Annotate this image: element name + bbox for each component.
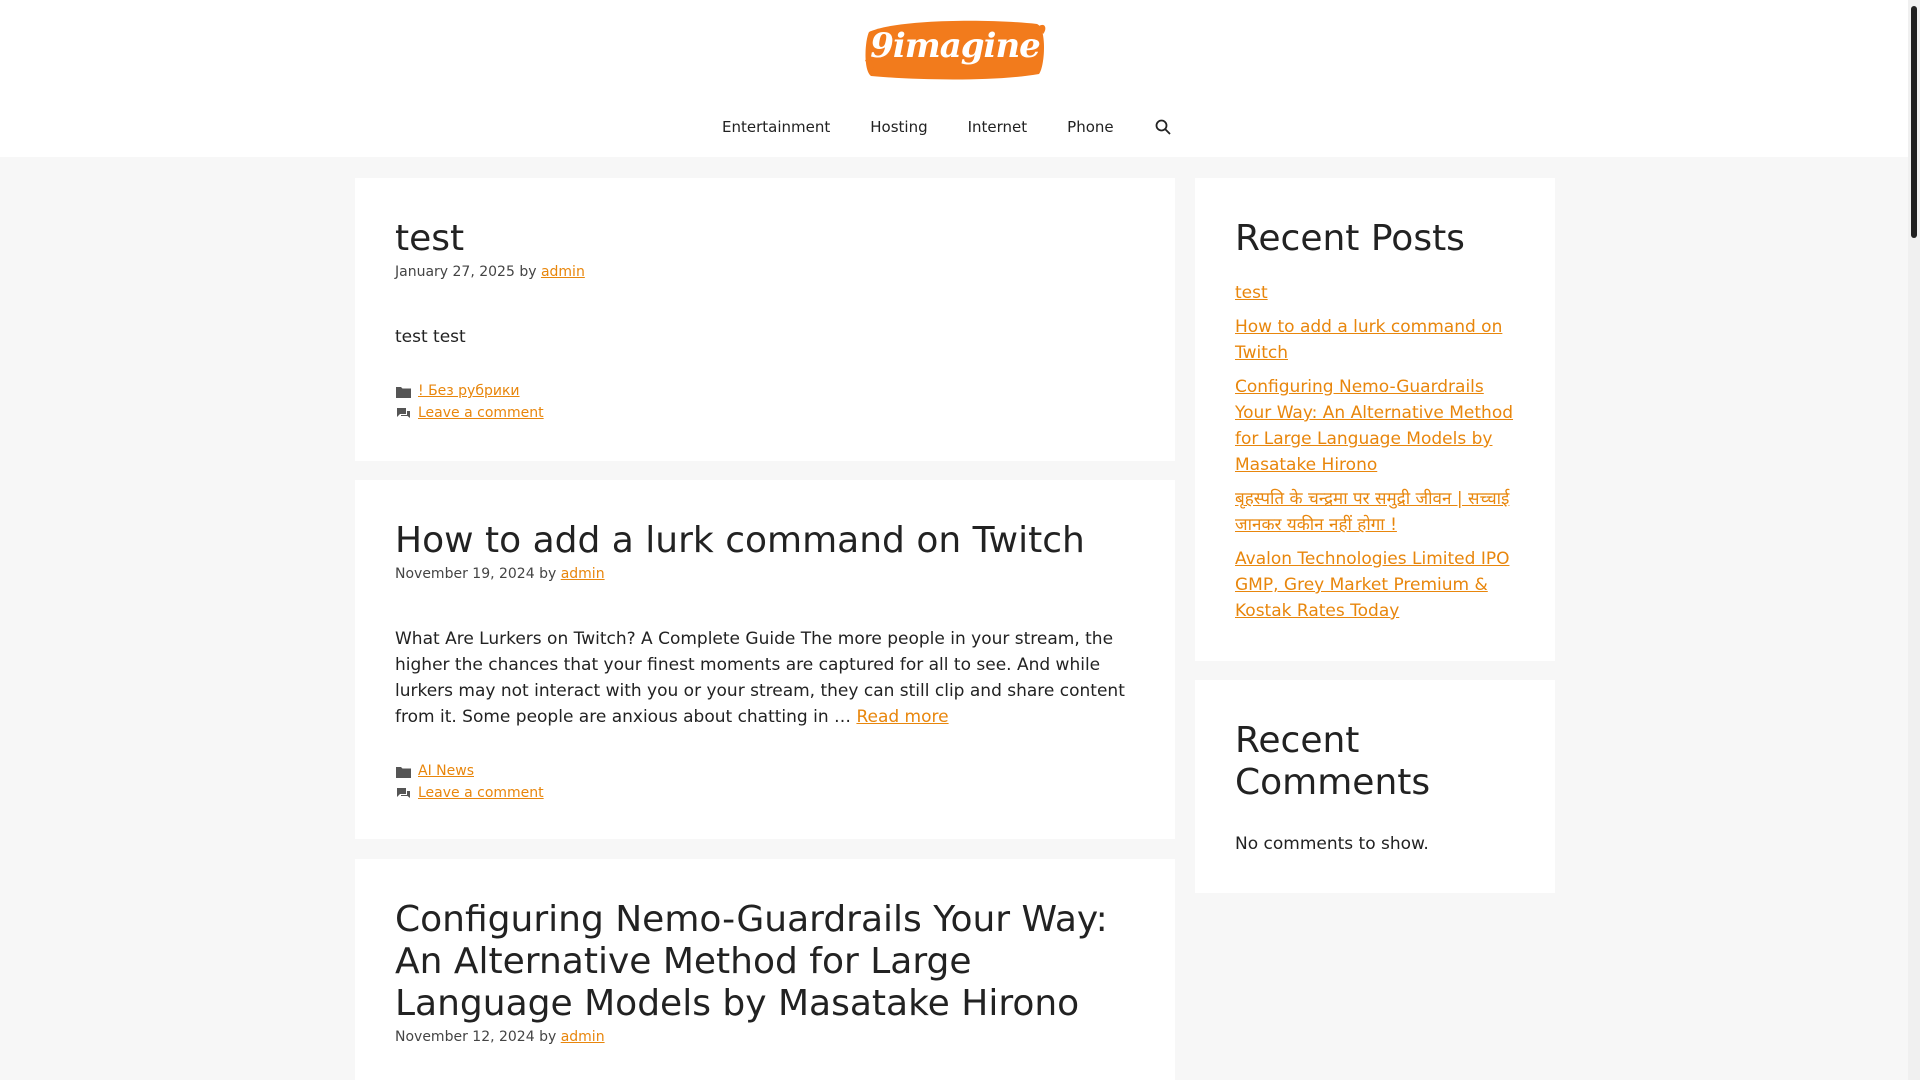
- recent-post-link[interactable]: Configuring Nemo-Guardrails Your Way: An…: [1235, 377, 1513, 475]
- category-link[interactable]: ! Без рубрики: [418, 383, 520, 399]
- widget-title: Recent Posts: [1235, 218, 1465, 259]
- post-by: by: [519, 264, 537, 280]
- list-item: बृहस्पति के चन्द्रमा पर समुद्री जीवन | स…: [1235, 486, 1515, 538]
- post-footer: AI News Leave a comment: [395, 760, 1135, 804]
- post-title[interactable]: test: [395, 218, 1135, 260]
- leave-comment-link[interactable]: Leave a comment: [418, 405, 544, 421]
- post-comments: Leave a comment: [395, 782, 1135, 804]
- post-by: by: [539, 1029, 557, 1045]
- post-card: Configuring Nemo-Guardrails Your Way: An…: [355, 859, 1175, 1080]
- post-excerpt-text: What Are Lurkers on Twitch? A Complete G…: [395, 629, 1125, 727]
- post-title[interactable]: Configuring Nemo-Guardrails Your Way: An…: [395, 899, 1135, 1025]
- post-comments: Leave a comment: [395, 402, 1135, 424]
- post-card: test January 27, 2025 by admin test test…: [355, 178, 1175, 461]
- site-logo[interactable]: 9imagine: [863, 16, 1047, 82]
- comment-icon: [395, 405, 411, 421]
- recent-post-link[interactable]: बृहस्पति के चन्द्रमा पर समुद्री जीवन | स…: [1235, 489, 1509, 535]
- post-meta: November 19, 2024 by admin: [395, 566, 1135, 582]
- post-date: January 27, 2025: [395, 264, 515, 280]
- list-item: test: [1235, 280, 1515, 306]
- recent-post-link[interactable]: Avalon Technologies Limited IPO GMP, Gre…: [1235, 549, 1509, 621]
- post-meta: January 27, 2025 by admin: [395, 264, 1135, 280]
- scrollbar-thumb[interactable]: [1911, 6, 1917, 238]
- main-nav: Entertainment Hosting Internet Phone: [722, 112, 1172, 142]
- post-title[interactable]: How to add a lurk command on Twitch: [395, 520, 1135, 562]
- list-item: How to add a lurk command on Twitch: [1235, 314, 1515, 366]
- recent-comments-widget: Recent Comments No comments to show.: [1195, 680, 1555, 893]
- comment-icon: [395, 785, 411, 801]
- leave-comment-link[interactable]: Leave a comment: [418, 785, 544, 801]
- nav-item-hosting[interactable]: Hosting: [870, 118, 927, 136]
- folder-icon: [395, 383, 411, 399]
- post-date: November 19, 2024: [395, 566, 535, 582]
- no-comments-text: No comments to show.: [1235, 834, 1429, 854]
- nav-item-internet[interactable]: Internet: [968, 118, 1028, 136]
- category-link[interactable]: AI News: [418, 763, 474, 779]
- search-icon[interactable]: [1154, 118, 1172, 136]
- recent-post-link[interactable]: How to add a lurk command on Twitch: [1235, 317, 1502, 363]
- list-item: Avalon Technologies Limited IPO GMP, Gre…: [1235, 546, 1515, 624]
- post-footer: ! Без рубрики Leave a comment: [395, 380, 1135, 424]
- post-author-link[interactable]: admin: [561, 566, 605, 582]
- recent-posts-list: test How to add a lurk command on Twitch…: [1235, 280, 1515, 624]
- logo-text: 9imagine: [870, 26, 1041, 66]
- nav-item-entertainment[interactable]: Entertainment: [722, 118, 830, 136]
- site-header: 9imagine Entertainment Hosting Internet …: [0, 0, 1908, 157]
- post-date: November 12, 2024: [395, 1029, 535, 1045]
- post-by: by: [539, 566, 557, 582]
- post-categories: AI News: [395, 760, 1135, 782]
- recent-post-link[interactable]: test: [1235, 283, 1268, 303]
- post-card: How to add a lurk command on Twitch Nove…: [355, 480, 1175, 839]
- scrollbar[interactable]: [1908, 0, 1920, 1080]
- post-excerpt: test test: [395, 327, 466, 347]
- post-author-link[interactable]: admin: [561, 1029, 605, 1045]
- folder-icon: [395, 763, 411, 779]
- nav-item-phone[interactable]: Phone: [1067, 118, 1113, 136]
- post-meta: November 12, 2024 by admin: [395, 1029, 1135, 1045]
- list-item: Configuring Nemo-Guardrails Your Way: An…: [1235, 374, 1515, 478]
- recent-posts-widget: Recent Posts test How to add a lurk comm…: [1195, 178, 1555, 661]
- post-categories: ! Без рубрики: [395, 380, 1135, 402]
- post-author-link[interactable]: admin: [541, 264, 585, 280]
- post-excerpt: What Are Lurkers on Twitch? A Complete G…: [395, 626, 1135, 730]
- read-more-link[interactable]: Read more: [856, 707, 948, 727]
- widget-title: Recent Comments: [1235, 720, 1431, 803]
